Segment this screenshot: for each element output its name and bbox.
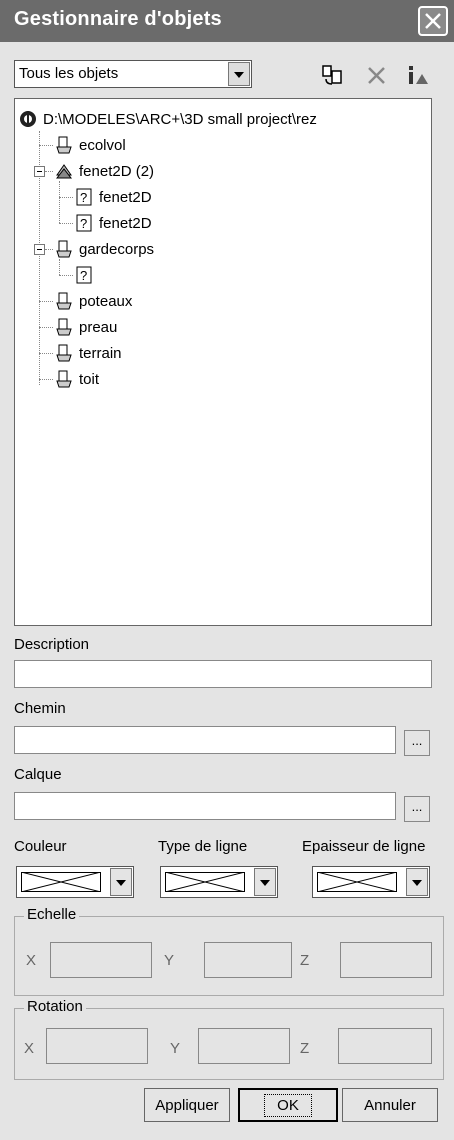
rotation-x-field[interactable]: [46, 1028, 148, 1064]
couleur-label: Couleur: [14, 838, 67, 855]
tree-item-label: ecolvol: [79, 136, 126, 154]
tree-item[interactable]: preau: [55, 317, 117, 337]
svg-text:?: ?: [80, 190, 87, 205]
delete-icon[interactable]: [364, 62, 390, 88]
tree-item-label: poteaux: [79, 292, 133, 310]
tree-item[interactable]: gardecorps: [55, 239, 154, 259]
window-title: Gestionnaire d'objets: [14, 8, 222, 30]
group-icon: [55, 164, 73, 179]
unknown-icon: ?: [76, 266, 92, 284]
cancel-button[interactable]: Annuler: [342, 1088, 438, 1122]
apply-button[interactable]: Appliquer: [144, 1088, 230, 1122]
echelle-z-label: Z: [300, 952, 310, 969]
project-icon: [20, 111, 36, 127]
tree-item-label: fenet2D (2): [79, 162, 155, 180]
rotation-x-label: X: [24, 1040, 35, 1057]
ok-button-label: OK: [264, 1093, 312, 1117]
chevron-down-icon[interactable]: [110, 868, 132, 896]
chevron-down-icon[interactable]: [228, 62, 250, 86]
ok-button[interactable]: OK: [238, 1088, 338, 1122]
undefined-swatch-icon: [165, 872, 245, 892]
undefined-swatch-icon: [317, 872, 397, 892]
svg-text:?: ?: [80, 268, 87, 283]
tree-item[interactable]: fenet2D (2): [55, 161, 154, 181]
tree-item-label: fenet2D: [99, 188, 152, 206]
info-icon[interactable]: [404, 62, 430, 88]
undefined-swatch-icon: [21, 872, 101, 892]
calque-label: Calque: [14, 766, 62, 783]
calque-browse-button[interactable]: ...: [404, 796, 430, 822]
chemin-field[interactable]: [14, 726, 396, 754]
rotation-y-label: Y: [170, 1040, 181, 1057]
tree-root[interactable]: D:\MODELES\ARC+\3D small project\rez: [19, 109, 317, 129]
couleur-dropdown[interactable]: [16, 866, 134, 898]
echelle-x-field[interactable]: [50, 942, 152, 978]
collapse-toggle[interactable]: [34, 166, 45, 177]
tree-item-label: preau: [79, 318, 118, 336]
object-tree[interactable]: D:\MODELES\ARC+\3D small project\rez eco…: [14, 98, 432, 626]
unknown-icon: ?: [76, 214, 92, 232]
object-icon: [56, 240, 72, 258]
tree-item-label: fenet2D: [99, 214, 152, 232]
chemin-browse-button[interactable]: ...: [404, 730, 430, 756]
collapse-toggle[interactable]: [34, 244, 45, 255]
epaisseur-ligne-dropdown[interactable]: [312, 866, 430, 898]
object-icon: [56, 370, 72, 388]
unknown-icon: ?: [76, 188, 92, 206]
type-ligne-dropdown[interactable]: [160, 866, 278, 898]
close-icon: [425, 13, 441, 29]
filter-dropdown[interactable]: Tous les objets: [14, 60, 252, 88]
tree-item[interactable]: ecolvol: [55, 135, 126, 155]
tree-item[interactable]: poteaux: [55, 291, 132, 311]
chemin-label: Chemin: [14, 700, 66, 717]
chevron-down-icon[interactable]: [406, 868, 428, 896]
tree-item[interactable]: terrain: [55, 343, 122, 363]
chevron-down-icon[interactable]: [254, 868, 276, 896]
rotation-legend: Rotation: [24, 998, 86, 1015]
svg-text:?: ?: [80, 216, 87, 231]
description-field[interactable]: [14, 660, 432, 688]
replace-icon[interactable]: [320, 62, 346, 88]
echelle-legend: Echelle: [24, 906, 80, 923]
echelle-y-label: Y: [164, 952, 175, 969]
calque-field[interactable]: [14, 792, 396, 820]
type-ligne-label: Type de ligne: [158, 838, 248, 855]
echelle-z-field[interactable]: [340, 942, 432, 978]
rotation-y-field[interactable]: [198, 1028, 290, 1064]
tree-item-label: toit: [79, 370, 100, 388]
echelle-y-field[interactable]: [204, 942, 292, 978]
rotation-z-field[interactable]: [338, 1028, 432, 1064]
epaisseur-ligne-label: Epaisseur de ligne: [302, 838, 426, 855]
echelle-x-label: X: [26, 952, 37, 969]
tree-item[interactable]: toit: [55, 369, 99, 389]
rotation-z-label: Z: [300, 1040, 310, 1057]
tree-root-label: D:\MODELES\ARC+\3D small project\rez: [43, 110, 317, 128]
object-icon: [56, 344, 72, 362]
tree-item-label: gardecorps: [79, 240, 155, 258]
close-button[interactable]: [418, 6, 448, 36]
object-icon: [56, 318, 72, 336]
tree-item-label: terrain: [79, 344, 122, 362]
object-icon: [56, 292, 72, 310]
description-label: Description: [14, 636, 90, 653]
filter-selected: Tous les objets: [19, 65, 119, 82]
object-icon: [56, 136, 72, 154]
tree-item[interactable]: ? fenet2D: [75, 213, 152, 233]
tree-item[interactable]: ? fenet2D: [75, 187, 152, 207]
tree-item[interactable]: ?: [75, 265, 99, 285]
